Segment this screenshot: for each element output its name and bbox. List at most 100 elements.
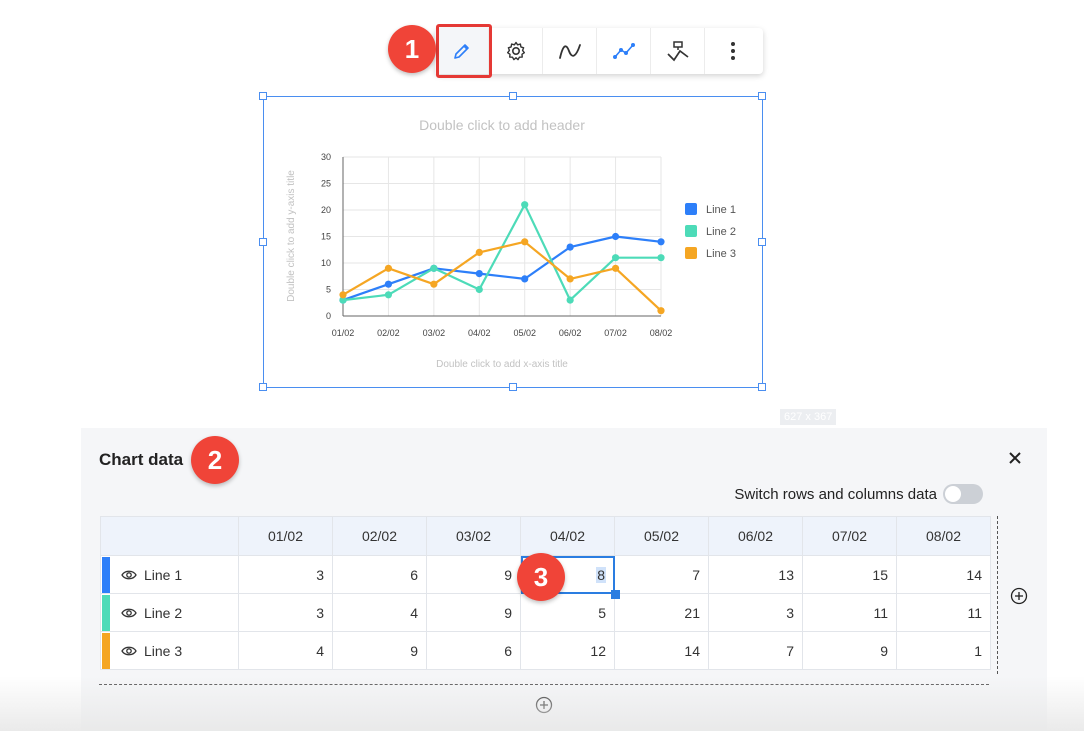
column-header[interactable]: 02/02 xyxy=(332,516,427,556)
data-cell[interactable]: 4 xyxy=(238,631,333,670)
step-marker-3: 3 xyxy=(517,553,565,601)
more-button[interactable] xyxy=(705,28,761,74)
add-column-icon[interactable] xyxy=(1010,587,1028,605)
x-tick-label: 05/02 xyxy=(513,328,536,338)
data-cell[interactable]: 11 xyxy=(896,593,991,632)
x-tick-label: 03/02 xyxy=(423,328,446,338)
y-tick-label: 25 xyxy=(321,179,331,189)
column-header[interactable]: 08/02 xyxy=(896,516,991,556)
pencil-icon xyxy=(453,44,469,59)
curve-button[interactable] xyxy=(543,28,597,74)
row-add-guide xyxy=(99,684,989,685)
line-style-icon xyxy=(666,41,689,62)
table-row: Line 3 4 9 6 12 14 7 9 1 xyxy=(100,631,991,670)
resize-handle-top-right[interactable] xyxy=(758,92,766,100)
row-header: Line 1 xyxy=(100,555,239,594)
column-header[interactable]: 07/02 xyxy=(802,516,897,556)
eye-icon[interactable] xyxy=(121,645,137,657)
data-cell[interactable]: 9 xyxy=(426,555,521,594)
data-cell[interactable]: 3 xyxy=(708,593,803,632)
data-point xyxy=(430,280,438,288)
data-cell[interactable]: 12 xyxy=(520,631,615,670)
data-cell[interactable]: 9 xyxy=(426,593,521,632)
y-axis-title-placeholder: Double click to add y-axis title xyxy=(286,170,297,302)
data-cell[interactable]: 7 xyxy=(614,555,709,594)
legend-swatch xyxy=(685,247,697,259)
switch-toggle[interactable] xyxy=(943,484,983,504)
data-cell[interactable]: 13 xyxy=(708,555,803,594)
data-point xyxy=(657,238,665,246)
data-cell[interactable]: 21 xyxy=(614,593,709,632)
data-cell[interactable]: 14 xyxy=(896,555,991,594)
data-cell[interactable]: 11 xyxy=(802,593,897,632)
switch-rows-columns: Switch rows and columns data xyxy=(734,484,983,504)
chart-toolbar xyxy=(435,24,763,78)
chart-header-placeholder: Double click to add header xyxy=(419,117,585,133)
column-header[interactable]: 06/02 xyxy=(708,516,803,556)
x-tick-label: 04/02 xyxy=(468,328,491,338)
series-color-swatch xyxy=(102,633,110,669)
close-icon[interactable] xyxy=(1005,448,1025,468)
data-point xyxy=(611,264,620,272)
data-cell[interactable]: 3 xyxy=(238,555,333,594)
data-cell[interactable]: 4 xyxy=(332,593,427,632)
x-axis-title-placeholder: Double click to add x-axis title xyxy=(436,359,568,370)
eye-icon[interactable] xyxy=(121,607,137,619)
row-label[interactable]: Line 1 xyxy=(144,567,182,583)
column-header[interactable]: 03/02 xyxy=(426,516,521,556)
edit-data-button[interactable] xyxy=(435,24,492,78)
data-cell[interactable]: 1 xyxy=(896,631,991,670)
data-point xyxy=(521,238,529,246)
data-point xyxy=(521,201,529,209)
gear-icon xyxy=(506,41,525,61)
data-cell[interactable]: 6 xyxy=(426,631,521,670)
column-header[interactable]: 05/02 xyxy=(614,516,709,556)
resize-handle-bottom-left[interactable] xyxy=(259,383,267,391)
resize-handle-left[interactable] xyxy=(259,238,267,246)
data-cell[interactable]: 6 xyxy=(332,555,427,594)
resize-handle-right[interactable] xyxy=(758,238,766,246)
resize-handle-bottom-right[interactable] xyxy=(758,383,766,391)
legend-label: Line 1 xyxy=(706,204,736,216)
y-tick-label: 30 xyxy=(321,152,331,162)
data-point xyxy=(384,291,393,299)
resize-handle-bottom[interactable] xyxy=(509,383,517,391)
data-cell[interactable]: 3 xyxy=(238,593,333,632)
y-tick-label: 5 xyxy=(326,285,331,295)
data-point xyxy=(657,254,665,262)
table-header-row: 01/02 02/02 03/02 04/02 05/02 06/02 07/0… xyxy=(100,516,991,556)
series-color-swatch xyxy=(102,557,110,593)
data-point xyxy=(611,254,620,262)
selected-cell-value[interactable]: 8 xyxy=(596,566,606,583)
row-label[interactable]: Line 2 xyxy=(144,605,182,621)
data-point xyxy=(475,270,483,278)
legend-swatch xyxy=(685,225,697,237)
chart-frame[interactable]: 0 5 10 15 20 25 30 01/02 02/02 03/02 04/02 05/02 06/… xyxy=(259,92,766,391)
data-cell[interactable]: 7 xyxy=(708,631,803,670)
series-color-swatch xyxy=(102,595,110,631)
column-header[interactable]: 04/02 xyxy=(520,516,615,556)
x-tick-label: 08/02 xyxy=(650,328,673,338)
row-label[interactable]: Line 3 xyxy=(144,643,182,659)
data-cell[interactable]: 15 xyxy=(802,555,897,594)
eye-icon[interactable] xyxy=(121,569,137,581)
line-markers-icon xyxy=(612,43,635,59)
line-style-button[interactable] xyxy=(651,28,705,74)
data-cell[interactable]: 9 xyxy=(802,631,897,670)
line-markers-button[interactable] xyxy=(597,28,651,74)
data-point xyxy=(611,232,620,241)
data-point xyxy=(475,248,483,256)
data-cell[interactable]: 14 xyxy=(614,631,709,670)
legend-label: Line 3 xyxy=(706,248,736,260)
fill-handle[interactable] xyxy=(611,590,620,599)
resize-handle-top[interactable] xyxy=(509,92,517,100)
data-point xyxy=(566,296,574,304)
y-tick-label: 10 xyxy=(321,258,331,268)
resize-handle-top-left[interactable] xyxy=(259,92,267,100)
data-cell[interactable]: 9 xyxy=(332,631,427,670)
column-header[interactable]: 01/02 xyxy=(238,516,333,556)
legend-label: Line 2 xyxy=(706,226,736,238)
y-tick-label: 0 xyxy=(326,311,331,321)
add-row-icon[interactable] xyxy=(535,696,553,714)
settings-button[interactable] xyxy=(489,28,543,74)
